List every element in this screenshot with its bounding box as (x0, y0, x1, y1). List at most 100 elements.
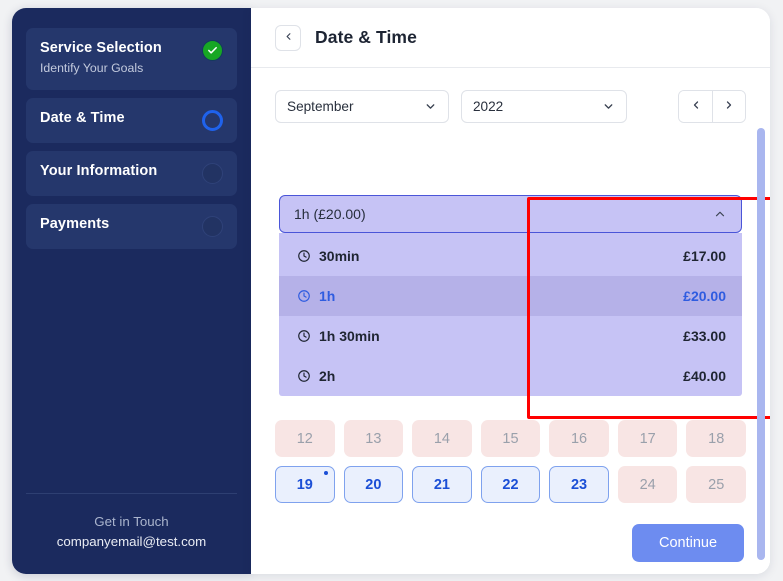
year-select-value: 2022 (473, 99, 504, 114)
step-texts: Service Selection Identify Your Goals (40, 39, 162, 76)
sidebar-step-service-selection[interactable]: Service Selection Identify Your Goals (26, 28, 237, 90)
step-texts: Payments (40, 215, 109, 233)
step-status-pending-icon (202, 163, 223, 184)
duration-option-left: 30min (297, 248, 359, 264)
calendar-day-number: 25 (708, 476, 725, 493)
calendar-day: 16 (549, 420, 609, 457)
calendar-day: 15 (480, 420, 541, 457)
calendar-day: 18 (686, 420, 746, 457)
calendar-day: 13 (343, 420, 404, 457)
step-title: Service Selection (40, 40, 162, 56)
calendar-controls: September 2022 (275, 90, 746, 123)
scrollbar-track[interactable] (757, 128, 765, 574)
main-panel: Date & Time September 2022 12 13 14 15 1… (251, 8, 770, 574)
calendar-day-number: 19 (296, 476, 313, 493)
page-title: Date & Time (315, 27, 417, 47)
continue-button[interactable]: Continue (632, 524, 744, 562)
duration-option[interactable]: 1h £20.00 (279, 276, 742, 316)
sidebar-step-date-time[interactable]: Date & Time (26, 98, 237, 143)
next-month-button[interactable] (712, 91, 745, 122)
step-list: Service Selection Identify Your Goals Date… (12, 8, 251, 249)
calendar-day[interactable]: 23 (549, 466, 609, 503)
month-select[interactable]: September (275, 90, 449, 123)
step-texts: Your Information (40, 162, 157, 180)
step-status-active-icon (202, 110, 223, 131)
step-subtitle: Identify Your Goals (40, 61, 144, 75)
chevron-down-icon (602, 100, 615, 113)
main-header: Date & Time (251, 8, 770, 68)
month-select-value: September (287, 99, 354, 114)
calendar-day-number: 22 (502, 476, 519, 493)
calendar-day: 17 (617, 420, 678, 457)
duration-option-left: 1h (297, 288, 335, 304)
duration-option-left: 1h 30min (297, 328, 380, 344)
get-in-touch-label: Get in Touch (94, 514, 169, 529)
duration-option[interactable]: 1h 30min £33.00 (279, 316, 742, 356)
year-select[interactable]: 2022 (461, 90, 627, 123)
calendar-day-number: 17 (639, 430, 656, 447)
clock-icon (297, 289, 311, 303)
duration-picker: 1h (£20.00) 30min £17.00 1h £20.00 1h 30min £… (279, 195, 742, 396)
sidebar-step-payments[interactable]: Payments (26, 204, 237, 249)
calendar-day[interactable]: 20 (343, 466, 404, 503)
calendar-day: 12 (275, 420, 335, 457)
calendar-day-number: 23 (570, 476, 588, 493)
chevron-left-icon (690, 98, 702, 116)
chevron-left-icon (283, 29, 294, 47)
scrollbar-thumb[interactable] (757, 128, 765, 560)
chevron-up-icon (713, 207, 727, 221)
calendar-day: 25 (686, 466, 746, 503)
calendar-day-number: 21 (433, 476, 450, 493)
main-body: September 2022 12 13 14 15 16 17 18 19 2… (251, 68, 770, 574)
calendar-day-number: 15 (502, 430, 519, 447)
duration-option-label: 1h (319, 288, 336, 304)
booking-widget: Service Selection Identify Your Goals Date… (0, 0, 783, 581)
duration-option-label: 2h (319, 368, 336, 384)
clock-icon (297, 369, 311, 383)
calendar-day: 24 (617, 466, 678, 503)
calendar-day-number: 24 (639, 476, 656, 493)
company-email[interactable]: companyemail@test.com (26, 532, 237, 552)
calendar-day-number: 12 (296, 430, 313, 447)
step-title: Date & Time (40, 110, 125, 126)
clock-icon (297, 249, 311, 263)
duration-option-left: 2h (297, 368, 335, 384)
step-title: Your Information (40, 163, 158, 179)
sidebar-step-your-information[interactable]: Your Information (26, 151, 237, 196)
calendar-day-number: 13 (365, 430, 382, 447)
main-footer: Continue (251, 512, 770, 574)
step-title: Payments (40, 216, 110, 232)
calendar-day-number: 16 (570, 430, 588, 447)
duration-option-label: 1h 30min (319, 328, 380, 344)
calendar-day: 14 (412, 420, 472, 457)
calendar-day-availability-dot (323, 471, 328, 475)
prev-month-button[interactable] (679, 91, 712, 122)
clock-icon (297, 329, 311, 343)
chevron-down-icon (424, 100, 437, 113)
calendar-day-number: 18 (708, 430, 725, 447)
calendar-day-number: 20 (365, 476, 382, 493)
month-nav-group (678, 90, 746, 123)
duration-option-label: 30min (319, 248, 360, 264)
sidebar: Service Selection Identify Your Goals Date… (12, 8, 251, 574)
duration-option-price: £33.00 (683, 328, 726, 344)
step-status-pending-icon (202, 216, 223, 237)
calendar-day[interactable]: 21 (412, 466, 472, 503)
duration-option-price: £20.00 (683, 288, 726, 304)
duration-select-toggle[interactable]: 1h (£20.00) (279, 195, 742, 233)
duration-selected-value: 1h (£20.00) (294, 206, 366, 222)
calendar-day[interactable]: 22 (480, 466, 541, 503)
duration-option-list: 30min £17.00 1h £20.00 1h 30min £33.00 2h £40.0… (279, 233, 742, 396)
scroll-content: September 2022 (251, 68, 770, 123)
chevron-right-icon (723, 98, 735, 116)
back-button[interactable] (275, 24, 301, 51)
step-status-complete-icon (202, 40, 223, 61)
sidebar-footer: Get in Touch companyemail@test.com (26, 493, 237, 552)
duration-option[interactable]: 30min £17.00 (279, 236, 742, 276)
duration-option[interactable]: 2h £40.00 (279, 356, 742, 396)
step-texts: Date & Time (40, 109, 125, 127)
duration-option-price: £40.00 (683, 368, 726, 384)
calendar-day[interactable]: 19 (275, 466, 335, 503)
calendar-day-number: 14 (433, 430, 450, 447)
